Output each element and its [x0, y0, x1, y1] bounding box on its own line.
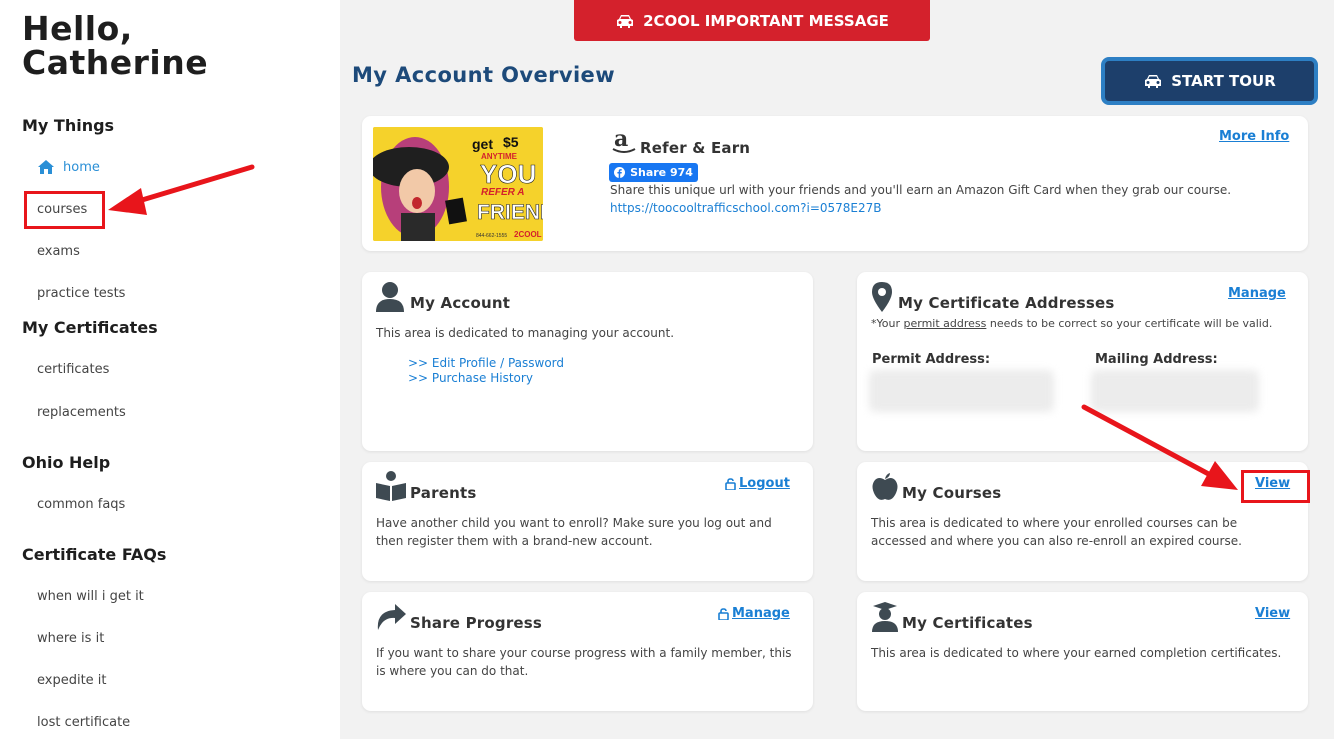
section-heading-my-things: My Things	[22, 116, 115, 135]
important-message-label: 2COOL IMPORTANT MESSAGE	[643, 11, 889, 30]
section-heading-certificate-faqs: Certificate FAQs	[22, 545, 167, 564]
car-icon	[1145, 75, 1162, 88]
sidebar-item-practice-tests[interactable]: practice tests	[37, 286, 125, 301]
view-certificates-link[interactable]: View	[1255, 606, 1290, 621]
parents-card: Parents Logout Have another child you wa…	[362, 462, 813, 581]
manage-share-label: Manage	[732, 606, 790, 621]
share-progress-description: If you want to share your course progres…	[376, 646, 792, 678]
important-message-button[interactable]: 2COOL IMPORTANT MESSAGE	[574, 0, 930, 41]
mailing-address-redacted	[1091, 370, 1259, 412]
section-heading-ohio-help: Ohio Help	[22, 453, 111, 472]
sidebar-item-when-will-i-get-it[interactable]: when will i get it	[37, 589, 144, 604]
promo-refer: REFER A	[481, 187, 525, 198]
promo-amount: $5	[503, 134, 519, 150]
sidebar-item-label: home	[63, 159, 100, 175]
note-suffix: needs to be correct so your certificate …	[986, 317, 1273, 330]
note-prefix: *Your	[871, 317, 904, 330]
logout-label: Logout	[739, 476, 790, 491]
share-progress-card: Share Progress Manage If you want to sha…	[362, 592, 813, 711]
more-info-link[interactable]: More Info	[1219, 129, 1289, 144]
sidebar-item-certificates[interactable]: certificates	[37, 362, 109, 377]
my-courses-description: This area is dedicated to where your enr…	[871, 516, 1242, 548]
parents-title: Parents	[410, 484, 477, 502]
refer-description: Share this unique url with your friends …	[610, 183, 1232, 197]
highlight-box-view	[1241, 470, 1310, 503]
permit-address-redacted	[869, 370, 1054, 412]
my-certificates-card: My Certificates View This area is dedica…	[857, 592, 1308, 711]
my-certificates-description: This area is dedicated to where your ear…	[871, 646, 1282, 660]
parents-description: Have another child you want to enroll? M…	[376, 516, 772, 548]
sidebar-item-exams[interactable]: exams	[37, 244, 80, 259]
logout-link[interactable]: Logout	[725, 476, 790, 491]
highlight-box-courses	[24, 191, 105, 229]
promo-brand: 2COOL	[514, 230, 542, 239]
refer-promo-graphic: get $5 ANYTIME YOU REFER A FRIEND 844-66…	[373, 127, 543, 241]
my-account-title: My Account	[410, 294, 511, 312]
permit-address-label: Permit Address:	[872, 352, 991, 367]
apple-icon	[872, 473, 898, 500]
sidebar-item-replacements[interactable]: replacements	[37, 405, 126, 420]
unlock-icon	[725, 477, 736, 490]
certificate-addresses-card: My Certificate Addresses Manage *Your pe…	[857, 272, 1308, 451]
refer-earn-card: get $5 ANYTIME YOU REFER A FRIEND 844-66…	[362, 116, 1308, 251]
promo-phone: 844-662-1555	[476, 233, 507, 239]
facebook-icon	[614, 167, 626, 178]
sidebar-item-where-is-it[interactable]: where is it	[37, 631, 104, 646]
my-account-description: This area is dedicated to managing your …	[376, 326, 675, 340]
promo-get: get	[472, 136, 493, 152]
graduate-icon	[872, 602, 898, 632]
referral-url-link[interactable]: https://toocooltrafficschool.com?i=0578E…	[610, 201, 882, 215]
start-tour-label: START TOUR	[1171, 72, 1276, 90]
refer-earn-title: Refer & Earn	[640, 139, 751, 157]
greeting: Hello, Catherine	[22, 9, 209, 82]
purchase-history-link[interactable]: >> Purchase History	[408, 371, 533, 385]
promo-friend: FRIEND	[477, 201, 543, 224]
home-icon	[38, 160, 54, 174]
sidebar-item-common-faqs[interactable]: common faqs	[37, 497, 125, 512]
car-icon	[617, 14, 634, 28]
amazon-icon: a	[612, 128, 636, 153]
unlock-icon	[718, 607, 729, 620]
facebook-share-label: Share 974	[630, 166, 693, 179]
parent-reading-icon	[376, 471, 406, 501]
sidebar-item-expedite-it[interactable]: expedite it	[37, 673, 107, 688]
sidebar-item-lost-certificate[interactable]: lost certificate	[37, 715, 130, 730]
permit-address-note: *Your permit address needs to be correct…	[871, 315, 1301, 333]
manage-addresses-link[interactable]: Manage	[1228, 286, 1286, 301]
map-pin-icon	[872, 282, 892, 312]
refer-friend-image: get $5 ANYTIME YOU REFER A FRIEND 844-66…	[373, 127, 543, 241]
permit-address-note-link[interactable]: permit address	[903, 317, 986, 330]
promo-you: YOU	[480, 159, 536, 189]
certificate-addresses-title: My Certificate Addresses	[898, 294, 1115, 312]
my-account-card: My Account This area is dedicated to man…	[362, 272, 813, 451]
my-courses-title: My Courses	[902, 484, 1002, 502]
manage-share-link[interactable]: Manage	[718, 606, 790, 621]
share-progress-title: Share Progress	[410, 614, 543, 632]
page-title: My Account Overview	[352, 63, 615, 87]
edit-profile-link[interactable]: >> Edit Profile / Password	[408, 356, 564, 370]
mailing-address-label: Mailing Address:	[1095, 352, 1218, 367]
sidebar: Hello, Catherine My Things home courses …	[0, 0, 340, 739]
user-icon	[376, 282, 404, 312]
start-tour-button[interactable]: START TOUR	[1101, 57, 1318, 105]
facebook-share-button[interactable]: Share 974	[609, 163, 698, 182]
my-certificates-title: My Certificates	[902, 614, 1033, 632]
section-heading-my-certificates: My Certificates	[22, 318, 158, 337]
share-arrow-icon	[377, 604, 406, 630]
sidebar-item-home[interactable]: home	[37, 159, 100, 175]
svg-text:a: a	[614, 128, 628, 152]
